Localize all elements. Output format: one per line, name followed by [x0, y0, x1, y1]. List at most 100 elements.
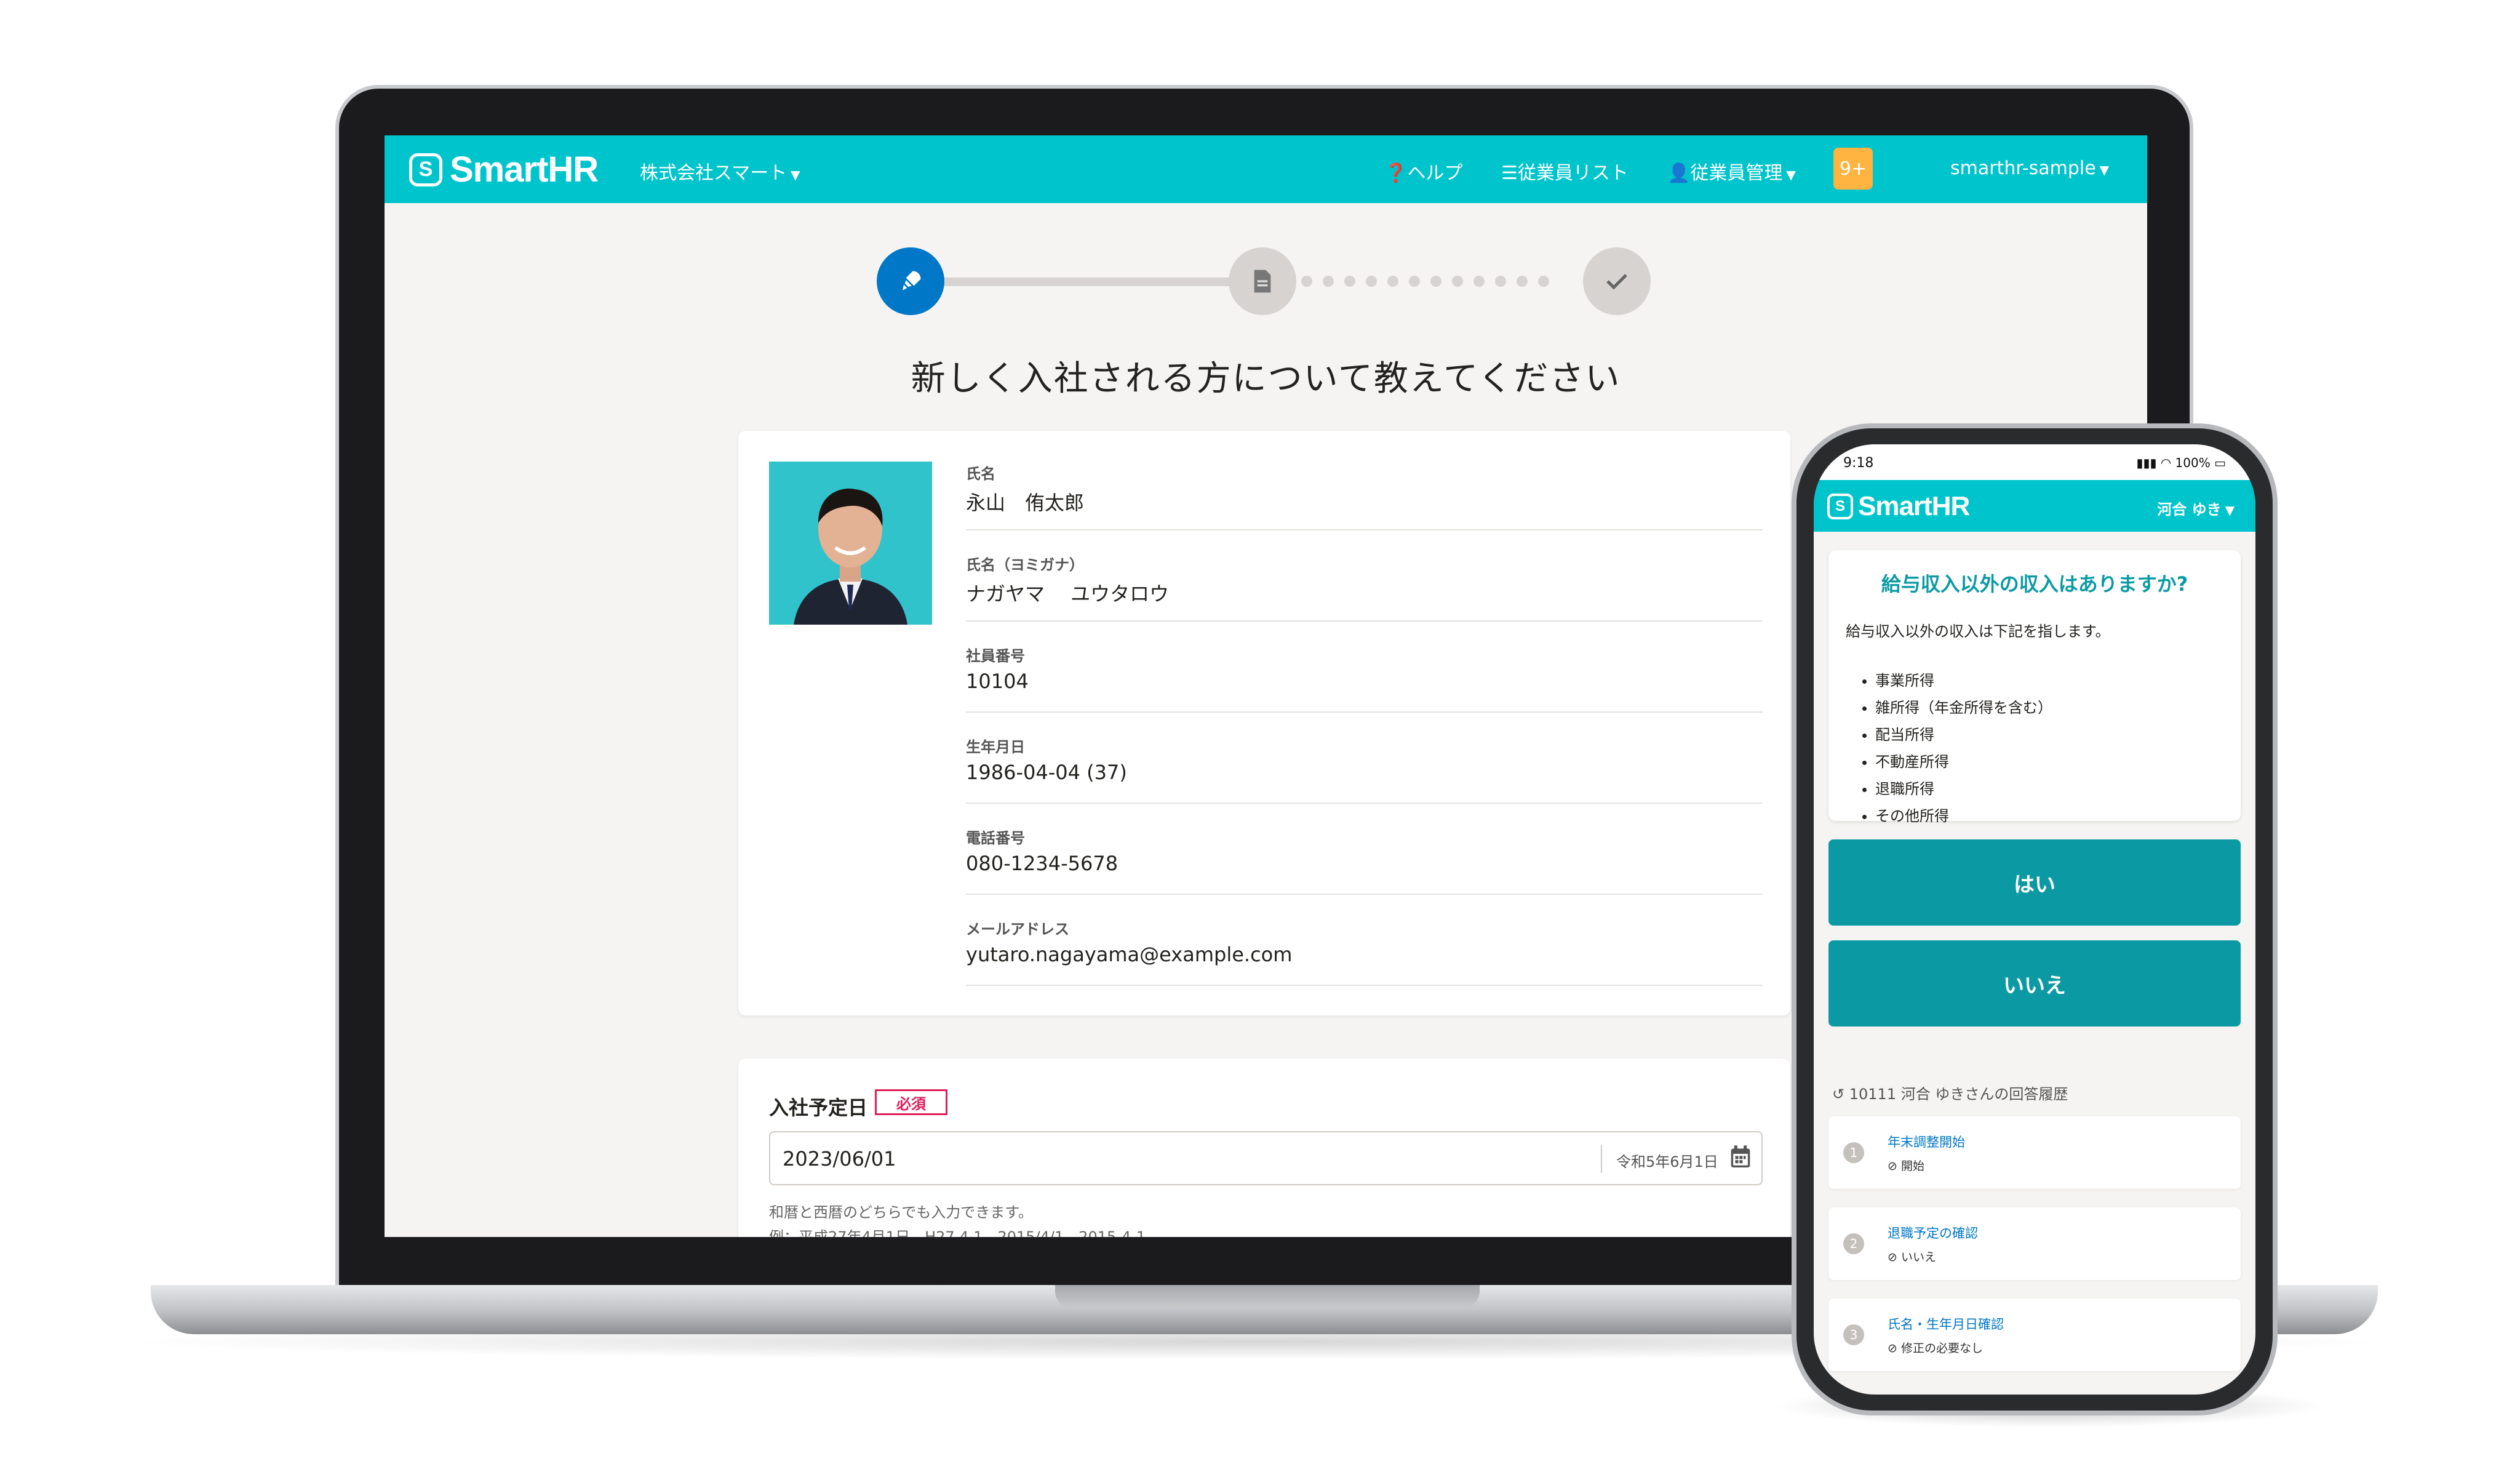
logo-s-icon: S	[409, 153, 442, 186]
field-value: ナガヤマ ユウタロウ	[966, 582, 1170, 606]
chevron-down-icon: ▼	[1786, 167, 1796, 182]
company-switcher[interactable]: 株式会社スマート ▼	[640, 158, 800, 185]
page-title: 新しく入社される方について教えてください	[911, 359, 1621, 399]
check-circle-icon: ⊘	[1888, 1251, 1901, 1264]
field-value: yutaro.nagayama@example.com	[966, 943, 1293, 966]
calendar-icon[interactable]	[1730, 1145, 1751, 1169]
employee-photo	[769, 462, 932, 625]
account-menu[interactable]: smarthr-sample ▼	[1950, 158, 2109, 179]
field-label: 氏名	[966, 465, 995, 482]
stepper-dots	[1301, 276, 1560, 287]
question-card: 給与収入以外の収入はありますか? 給与収入以外の収入は下記を指します。 事業所得…	[1828, 550, 2241, 825]
list-item: 退職所得	[1875, 775, 2052, 803]
list-item: 雑所得（年金所得を含む）	[1875, 694, 2052, 721]
help-text-2: 例：平成27年4月1日、H27.4.1、2015/4/1、2015-4-1	[769, 1228, 1146, 1237]
account-name: smarthr-sample	[1950, 158, 2096, 179]
input-divider	[1601, 1145, 1602, 1173]
laptop-notch	[1055, 1285, 1480, 1308]
list-item: 不動産所得	[1875, 748, 2052, 775]
history-item[interactable]: 1 年末調整開始 ⊘ 開始	[1828, 1116, 2241, 1189]
field-label: 生年月日	[966, 738, 1025, 756]
history-item[interactable]: 3 氏名・生年月日確認 ⊘ 修正の必要なし	[1828, 1299, 2241, 1371]
answer-text: 開始	[1900, 1159, 1924, 1173]
notification-badge[interactable]: 9+	[1833, 148, 1873, 190]
logo-text: SmartHR	[1858, 491, 1970, 521]
mobile-screen: 9:18 ▮▮▮ ◠ 100% ▭ S SmartHR 河合 ゆき ▼ 給与収入以…	[1814, 444, 2255, 1395]
help-text-1: 和暦と西暦のどちらでも入力できます。	[769, 1204, 1033, 1221]
help-link[interactable]: ❓ヘルプ	[1384, 158, 1462, 185]
history-item-answer: ⊘ いいえ	[1888, 1248, 1936, 1265]
field-label: 氏名（ヨミガナ）	[966, 556, 1084, 574]
employee-mgmt-label: 従業員管理	[1690, 162, 1783, 184]
employee-list-link[interactable]: ☰従業員リスト	[1501, 158, 1629, 185]
app-header: S SmartHR 株式会社スマート ▼ ❓ヘルプ ☰従業員リスト 👤従業員管理 ▼…	[385, 135, 2147, 203]
mobile-header: S SmartHR 河合 ゆき ▼	[1814, 480, 2255, 532]
help-label: ヘルプ	[1407, 162, 1463, 184]
question-description: 給与収入以外の収入は下記を指します。	[1846, 623, 2110, 640]
user-menu[interactable]: 河合 ゆき ▼	[2157, 497, 2235, 519]
history-item-answer: ⊘ 開始	[1888, 1157, 1924, 1174]
step-2-document	[1229, 247, 1296, 315]
chevron-down-icon: ▼	[2099, 162, 2110, 177]
list-item: 配当所得	[1875, 721, 2052, 748]
status-time: 9:18	[1843, 455, 1874, 471]
status-indicators: ▮▮▮ ◠ 100% ▭	[2136, 455, 2226, 470]
document-icon	[1254, 270, 1271, 293]
history-item-answer: ⊘ 修正の必要なし	[1888, 1339, 1983, 1356]
field-email: メールアドレス yutaro.nagayama@example.com	[966, 917, 1763, 986]
answer-text: 修正の必要なし	[1900, 1342, 1983, 1355]
step-number: 2	[1843, 1233, 1864, 1254]
logo-s-icon: S	[1827, 494, 1853, 519]
field-label: 電話番号	[966, 830, 1025, 847]
question-circle-icon: ❓	[1384, 162, 1408, 184]
step-number: 3	[1843, 1324, 1864, 1345]
field-employee-number: 社員番号 10104	[966, 644, 1763, 713]
step-3-check	[1583, 247, 1651, 315]
join-date-input[interactable]: 2023/06/01 令和5年6月1日	[769, 1131, 1763, 1185]
yes-button[interactable]: はい	[1828, 839, 2241, 926]
stepper-line	[941, 278, 1234, 286]
profile-card: 氏名 永山 侑太郎 氏名（ヨミガナ） ナガヤマ ユウタロウ 社員番号 10104…	[738, 431, 1790, 1015]
join-date-label: 入社予定日	[769, 1096, 868, 1119]
chevron-down-icon: ▼	[791, 167, 800, 182]
status-bar: 9:18 ▮▮▮ ◠ 100% ▭	[1814, 444, 2255, 480]
wifi-icon: ◠	[2160, 455, 2172, 470]
history-title: ↺ 10111 河合 ゆきさんの回答履歴	[1832, 1082, 2068, 1103]
join-date-value: 2023/06/01	[783, 1147, 896, 1171]
step-number: 1	[1843, 1142, 1864, 1163]
no-button[interactable]: いいえ	[1828, 940, 2241, 1027]
battery-percent: 100%	[2175, 455, 2211, 470]
logo-text: SmartHR	[450, 150, 599, 190]
employee-mgmt-menu[interactable]: 👤従業員管理 ▼	[1667, 158, 1796, 185]
history-title-text: 10111 河合 ゆきさんの回答履歴	[1849, 1086, 2068, 1103]
check-circle-icon: ⊘	[1888, 1159, 1901, 1173]
field-phone: 電話番号 080-1234-5678	[966, 826, 1763, 895]
history-item[interactable]: 2 退職予定の確認 ⊘ いいえ	[1828, 1207, 2241, 1280]
battery-icon: ▭	[2214, 455, 2226, 470]
required-badge: 必須	[875, 1089, 947, 1115]
join-date-card: 入社予定日 必須 2023/06/01 令和5年6月1日 和暦と西暦のどちらでも…	[738, 1059, 1790, 1237]
history-icon: ↺	[1832, 1086, 1845, 1103]
list-item: 事業所得	[1875, 667, 2052, 694]
question-title: 給与収入以外の収入はありますか?	[1881, 572, 2188, 596]
list-item: その他所得	[1875, 803, 2052, 830]
field-label: 社員番号	[966, 647, 1025, 665]
smarthr-logo[interactable]: S SmartHR	[409, 149, 599, 190]
signal-icon: ▮▮▮	[2136, 455, 2157, 470]
field-value: 永山 侑太郎	[966, 491, 1085, 514]
check-circle-icon: ⊘	[1888, 1342, 1901, 1355]
answer-text: いいえ	[1900, 1251, 1936, 1264]
smarthr-logo[interactable]: S SmartHR	[1827, 491, 1970, 522]
rocket-icon	[903, 271, 921, 290]
employee-list-label: 従業員リスト	[1517, 162, 1629, 184]
field-value: 10104	[966, 670, 1029, 693]
field-birthdate: 生年月日 1986-04-04 (37)	[966, 735, 1763, 804]
check-icon	[1606, 274, 1627, 290]
income-type-list: 事業所得 雑所得（年金所得を含む） 配当所得 不動産所得 退職所得 その他所得	[1846, 667, 2052, 830]
list-icon: ☰	[1501, 162, 1518, 184]
history-item-title: 氏名・生年月日確認	[1888, 1317, 2004, 1332]
field-label: メールアドレス	[966, 921, 1069, 938]
field-value: 1986-04-04 (37)	[966, 761, 1127, 784]
person-icon: 👤	[1667, 162, 1691, 184]
field-value: 080-1234-5678	[966, 852, 1118, 875]
